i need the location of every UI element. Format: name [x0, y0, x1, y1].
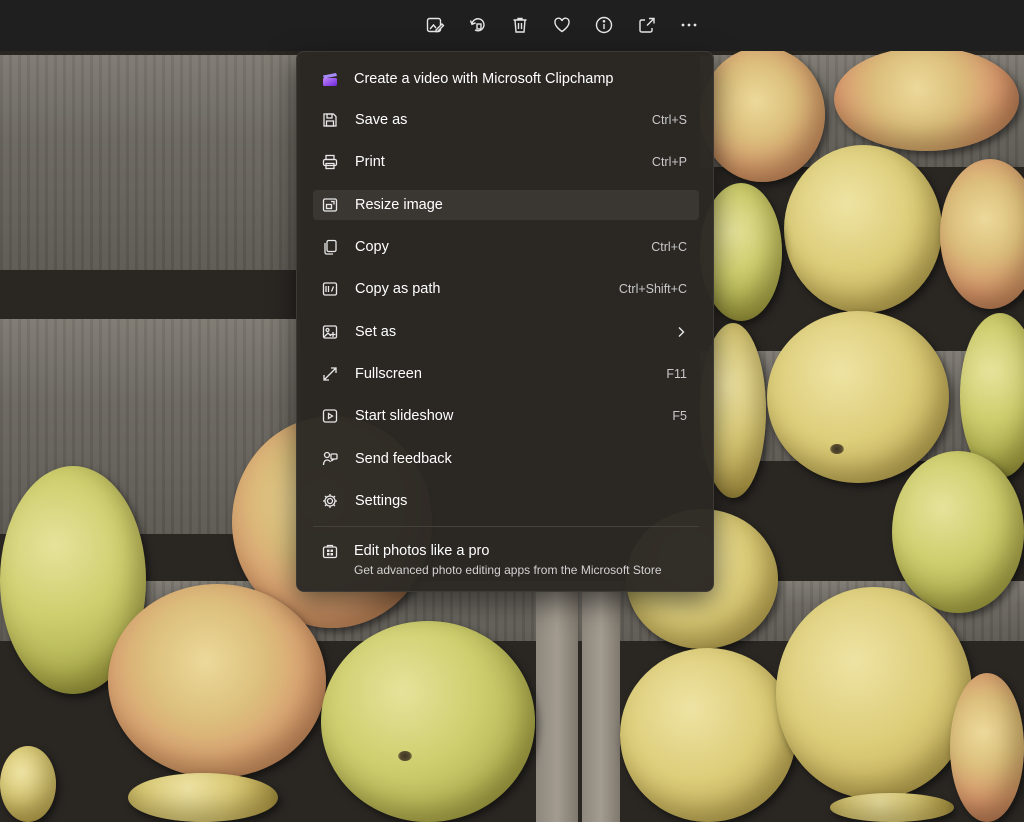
favorite-button[interactable]: [547, 10, 577, 40]
menu-item-label: Copy as path: [355, 281, 441, 297]
apple: [834, 51, 1019, 151]
feedback-icon: [321, 450, 339, 468]
menu-item-copy[interactable]: Copy Ctrl+C: [313, 232, 699, 262]
apple: [108, 584, 326, 778]
info-button[interactable]: [589, 10, 619, 40]
apple: [784, 145, 942, 313]
crate-slat: [536, 591, 578, 822]
share-button[interactable]: [632, 10, 662, 40]
wood-plank: [0, 55, 300, 270]
shortcut-text: Ctrl+Shift+C: [618, 282, 687, 296]
print-icon: [321, 153, 339, 171]
rotate-icon: [469, 18, 485, 32]
apple: [776, 587, 972, 799]
more-options-menu: Create a video with Microsoft Clipchamp …: [296, 51, 714, 592]
promo-title: Edit photos like a pro: [354, 543, 490, 559]
menu-item-resize-image[interactable]: Resize image: [313, 190, 699, 220]
shortcut-text: Ctrl+C: [651, 240, 687, 254]
apple: [700, 51, 825, 182]
menu-item-settings[interactable]: Settings: [313, 486, 699, 516]
menu-item-fullscreen[interactable]: Fullscreen F11: [313, 359, 699, 389]
apple: [892, 451, 1024, 613]
set-as-icon: [321, 323, 339, 341]
share-icon: [639, 17, 655, 33]
crate-slat: [582, 591, 620, 822]
clipchamp-icon: [321, 70, 339, 88]
menu-item-send-feedback[interactable]: Send feedback: [313, 444, 699, 474]
menu-item-label: Save as: [355, 112, 408, 128]
menu-item-set-as[interactable]: Set as: [313, 317, 699, 347]
resize-icon: [321, 196, 339, 214]
promo-subtitle: Get advanced photo editing apps from the…: [354, 563, 662, 577]
apple: [321, 621, 535, 822]
menu-item-copy-as-path[interactable]: Copy as path Ctrl+Shift+C: [313, 274, 699, 304]
apple: [128, 773, 278, 822]
more-button[interactable]: [674, 10, 704, 40]
menu-item-print[interactable]: Print Ctrl+P: [313, 147, 699, 177]
delete-button[interactable]: [505, 10, 535, 40]
menu-separator: [313, 526, 699, 527]
info-icon: [595, 16, 613, 34]
favorite-icon: [554, 17, 570, 33]
shortcut-text: Ctrl+S: [651, 113, 687, 127]
save-icon: [321, 111, 339, 129]
top-toolbar: [0, 0, 1024, 52]
apple: [620, 648, 796, 822]
menu-item-start-slideshow[interactable]: Start slideshow F5: [313, 401, 699, 431]
copy-path-icon: [321, 280, 339, 298]
shortcut-text: Ctrl+P: [651, 155, 687, 169]
slideshow-icon: [321, 407, 339, 425]
menu-item-label: Resize image: [355, 197, 443, 213]
chevron-right-icon: [675, 325, 687, 339]
menu-item-label: Send feedback: [355, 451, 452, 467]
menu-item-label: Copy: [355, 239, 389, 255]
fullscreen-icon: [321, 365, 339, 383]
menu-item-label: Create a video with Microsoft Clipchamp: [354, 71, 614, 87]
more-icon: [681, 23, 697, 27]
apple-stem: [398, 751, 412, 761]
menu-item-save-as[interactable]: Save as Ctrl+S: [313, 105, 699, 135]
edit-image-button[interactable]: [420, 10, 450, 40]
apple: [0, 746, 56, 822]
menu-item-label: Fullscreen: [355, 366, 422, 382]
apple: [830, 793, 954, 822]
apple: [767, 311, 949, 483]
menu-item-label: Settings: [355, 493, 408, 509]
shortcut-text: F5: [672, 409, 687, 423]
menu-item-label: Print: [355, 154, 385, 170]
shortcut-text: F11: [666, 367, 687, 381]
apple-stem: [830, 444, 844, 454]
apple: [940, 159, 1024, 309]
store-icon: [322, 543, 338, 559]
menu-item-label: Set as: [355, 324, 397, 340]
copy-icon: [321, 238, 339, 256]
edit-image-icon: [426, 17, 445, 33]
apple: [950, 673, 1024, 822]
rotate-button[interactable]: [463, 10, 493, 40]
menu-item-clipchamp[interactable]: Create a video with Microsoft Clipchamp: [313, 64, 699, 94]
settings-icon: [321, 492, 339, 510]
delete-icon: [513, 17, 527, 33]
menu-item-label: Start slideshow: [355, 408, 454, 424]
